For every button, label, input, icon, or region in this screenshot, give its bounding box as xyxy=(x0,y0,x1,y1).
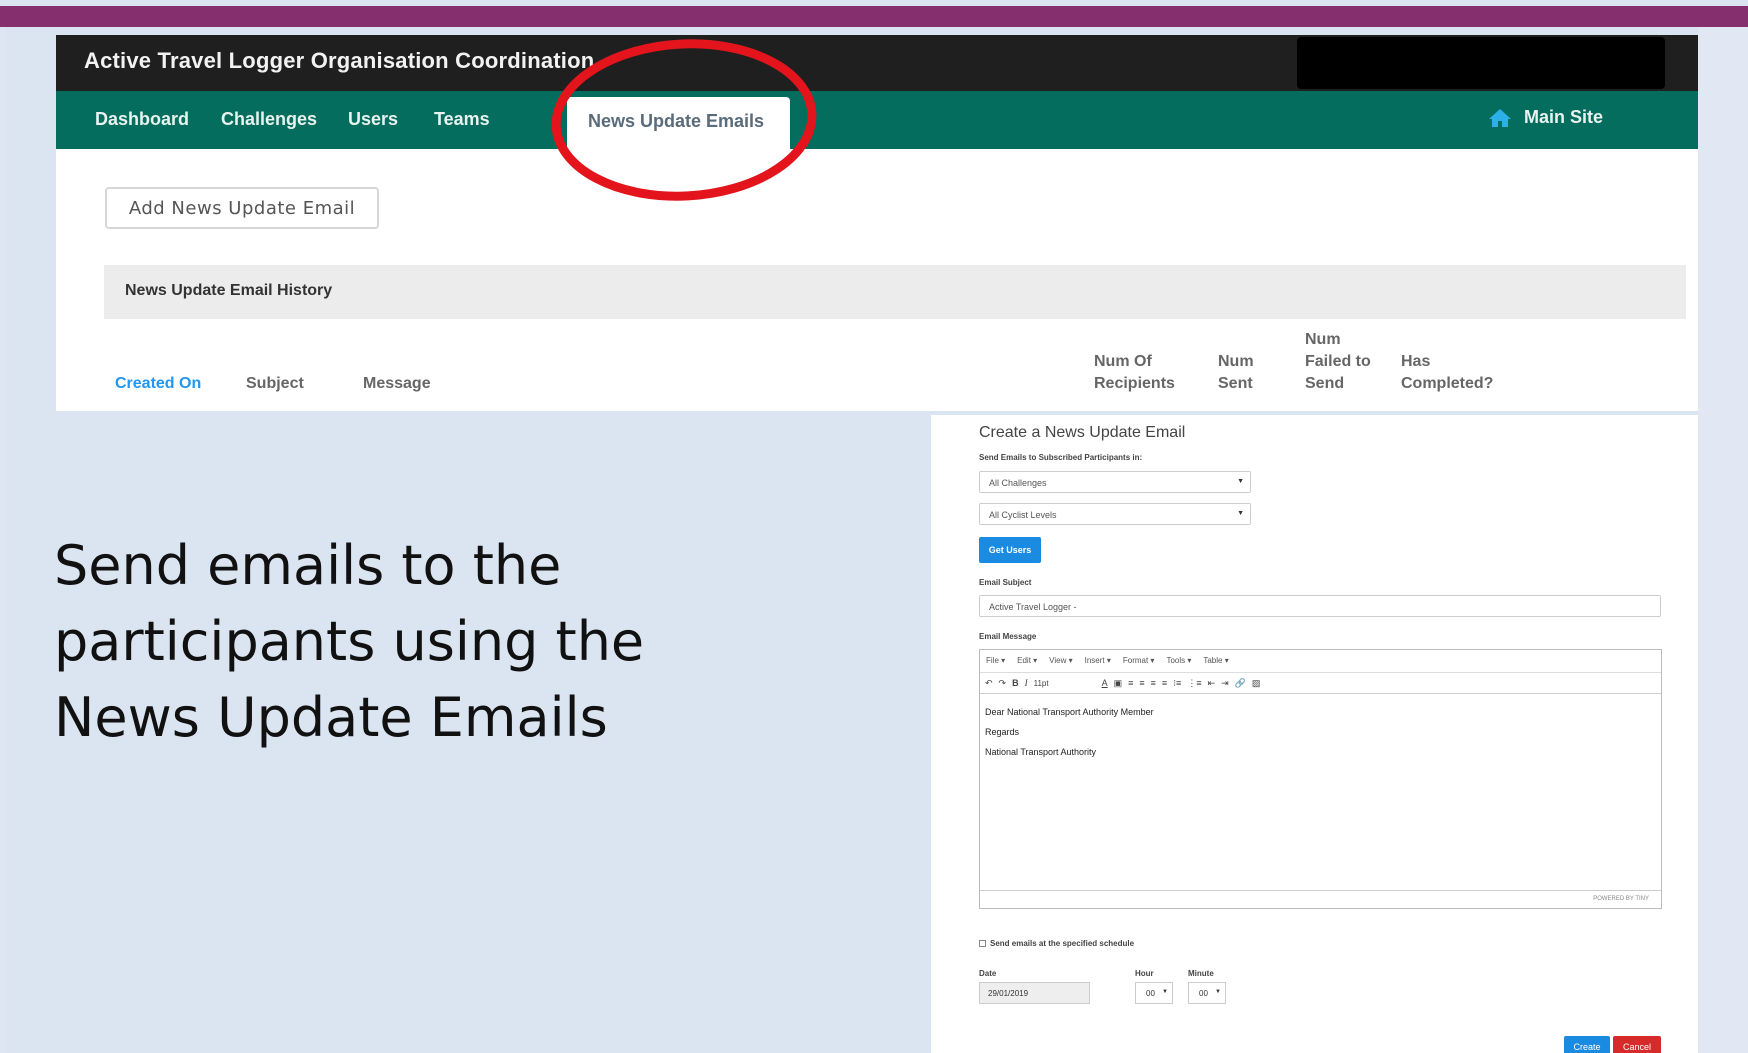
editor-menubar: File ▾ Edit ▾ View ▾ Insert ▾ Format ▾ T… xyxy=(980,650,1661,672)
text-color-icon[interactable]: A xyxy=(1102,678,1108,688)
caret-down-icon: ▼ xyxy=(1215,989,1221,995)
nav-challenges[interactable]: Challenges xyxy=(221,109,317,130)
cyclist-level-select-value: All Cyclist Levels xyxy=(989,510,1057,520)
col-created-on[interactable]: Created On xyxy=(115,373,201,395)
editor-line-3: National Transport Authority xyxy=(985,747,1097,757)
font-size-select[interactable]: 11pt xyxy=(1034,679,1096,688)
app-title: Active Travel Logger Organisation Coordi… xyxy=(84,48,595,73)
nav-news-update-emails-label: News Update Emails xyxy=(588,111,765,131)
editor-line-1: Dear National Transport Authority Member xyxy=(985,707,1154,717)
minute-select[interactable]: 00 ▼ xyxy=(1188,982,1226,1004)
caption-line-3: News Update Emails xyxy=(54,686,608,749)
news-update-list-screenshot: Active Travel Logger Organisation Coordi… xyxy=(56,35,1698,411)
minute-label: Minute xyxy=(1188,969,1214,978)
email-subject-label: Email Subject xyxy=(979,578,1032,587)
schedule-checkbox-label: Send emails at the specified schedule xyxy=(990,939,1135,948)
editor-menu-edit[interactable]: Edit ▾ xyxy=(1017,656,1037,672)
background-color-icon[interactable]: ▣ xyxy=(1114,678,1123,689)
rich-text-editor[interactable]: File ▾ Edit ▾ View ▾ Insert ▾ Format ▾ T… xyxy=(979,649,1662,909)
cancel-button[interactable]: Cancel xyxy=(1613,1036,1661,1053)
hour-select-value: 00 xyxy=(1146,989,1155,998)
outdent-icon[interactable]: ⇤ xyxy=(1208,678,1216,689)
main-site-link[interactable]: Main Site xyxy=(1488,107,1603,128)
image-icon[interactable]: ▨ xyxy=(1252,678,1261,689)
powered-by-tiny: POWERED BY TINY xyxy=(1593,896,1649,902)
col-num-recipients[interactable]: Num Of Recipients xyxy=(1094,351,1186,395)
editor-menu-format[interactable]: Format ▾ xyxy=(1123,656,1155,672)
link-icon[interactable]: 🔗 xyxy=(1235,678,1246,689)
cyclist-level-select[interactable]: All Cyclist Levels ▼ xyxy=(979,503,1251,525)
editor-statusbar: POWERED BY TINY xyxy=(980,890,1661,908)
col-subject[interactable]: Subject xyxy=(246,373,304,395)
caption-line-2: participants using the xyxy=(54,610,645,673)
col-num-sent[interactable]: Num Sent xyxy=(1218,351,1266,395)
challenge-select-value: All Challenges xyxy=(989,478,1047,488)
slide-caption: Send emails to the participants using th… xyxy=(54,528,854,756)
caret-down-icon: ▼ xyxy=(1162,989,1168,995)
col-num-failed[interactable]: Num Failed to Send xyxy=(1305,329,1377,395)
redacted-user-box xyxy=(1297,37,1665,89)
hour-select[interactable]: 00 ▼ xyxy=(1135,982,1173,1004)
slide-top-bar xyxy=(0,6,1748,27)
form-title: Create a News Update Email xyxy=(979,424,1186,441)
schedule-checkbox[interactable] xyxy=(979,940,986,947)
date-label: Date xyxy=(979,969,997,978)
indent-icon[interactable]: ⇥ xyxy=(1221,678,1229,689)
editor-menu-tools[interactable]: Tools ▾ xyxy=(1166,656,1191,672)
create-news-update-email-screenshot: Create a News Update Email Send Emails t… xyxy=(931,415,1698,1053)
history-panel-header: News Update Email History xyxy=(104,265,1686,319)
date-input[interactable]: 29/01/2019 xyxy=(979,982,1090,1004)
get-users-button[interactable]: Get Users xyxy=(979,537,1041,563)
slide-right-strip xyxy=(1698,27,1748,1053)
editor-menu-file[interactable]: File ▾ xyxy=(986,656,1005,672)
editor-menu-table[interactable]: Table ▾ xyxy=(1203,656,1228,672)
app-header: Active Travel Logger Organisation Coordi… xyxy=(56,35,1698,91)
email-subject-input[interactable]: Active Travel Logger - xyxy=(979,595,1661,617)
send-to-label: Send Emails to Subscribed Participants i… xyxy=(979,453,1143,462)
editor-menu-view[interactable]: View ▾ xyxy=(1049,656,1072,672)
challenge-select[interactable]: All Challenges ▼ xyxy=(979,471,1251,493)
caret-down-icon: ▼ xyxy=(1237,510,1244,517)
app-nav: Dashboard Challenges Users Teams News Up… xyxy=(56,91,1698,149)
editor-line-2: Regards xyxy=(985,727,1020,737)
redo-icon[interactable]: ↷ xyxy=(999,678,1007,689)
nav-dashboard[interactable]: Dashboard xyxy=(95,109,189,130)
main-site-label: Main Site xyxy=(1524,107,1604,127)
caption-line-1: Send emails to the xyxy=(54,534,562,597)
bold-icon[interactable]: B xyxy=(1012,678,1019,688)
align-justify-icon[interactable]: ≡ xyxy=(1162,678,1167,688)
history-panel: News Update Email History Created On Sub… xyxy=(104,265,1686,411)
editor-toolbar: ↶ ↷ B I 11pt A ▣ ≡ ≡ ≡ ≡ ⁝≡ ⋮≡ ⇤ ⇥ 🔗 ▨ xyxy=(980,672,1661,694)
col-message[interactable]: Message xyxy=(363,373,431,395)
create-button[interactable]: Create xyxy=(1564,1036,1610,1053)
align-right-icon[interactable]: ≡ xyxy=(1151,678,1156,688)
add-news-update-email-button[interactable]: Add News Update Email xyxy=(105,187,379,229)
col-has-completed[interactable]: Has Completed? xyxy=(1401,351,1501,395)
home-icon xyxy=(1489,108,1511,127)
align-left-icon[interactable]: ≡ xyxy=(1128,678,1133,688)
hour-label: Hour xyxy=(1135,969,1154,978)
italic-icon[interactable]: I xyxy=(1025,678,1028,688)
numbered-list-icon[interactable]: ⋮≡ xyxy=(1187,678,1201,689)
editor-body[interactable]: Dear National Transport Authority Member… xyxy=(985,702,1154,762)
undo-icon[interactable]: ↶ xyxy=(985,678,993,689)
editor-menu-insert[interactable]: Insert ▾ xyxy=(1085,656,1111,672)
align-center-icon[interactable]: ≡ xyxy=(1139,678,1144,688)
nav-news-update-emails[interactable]: News Update Emails xyxy=(567,97,790,149)
history-title: News Update Email History xyxy=(125,282,333,299)
caret-down-icon: ▼ xyxy=(1237,478,1244,485)
nav-teams[interactable]: Teams xyxy=(434,109,490,130)
bullet-list-icon[interactable]: ⁝≡ xyxy=(1173,678,1181,689)
email-message-label: Email Message xyxy=(979,632,1037,641)
schedule-checkbox-row: Send emails at the specified schedule xyxy=(979,939,1134,948)
slide: Active Travel Logger Organisation Coordi… xyxy=(0,0,1748,1053)
nav-users[interactable]: Users xyxy=(348,109,398,130)
slide-left-strip xyxy=(0,27,6,1053)
minute-select-value: 00 xyxy=(1199,989,1208,998)
font-size-value: 11pt xyxy=(1033,678,1049,688)
